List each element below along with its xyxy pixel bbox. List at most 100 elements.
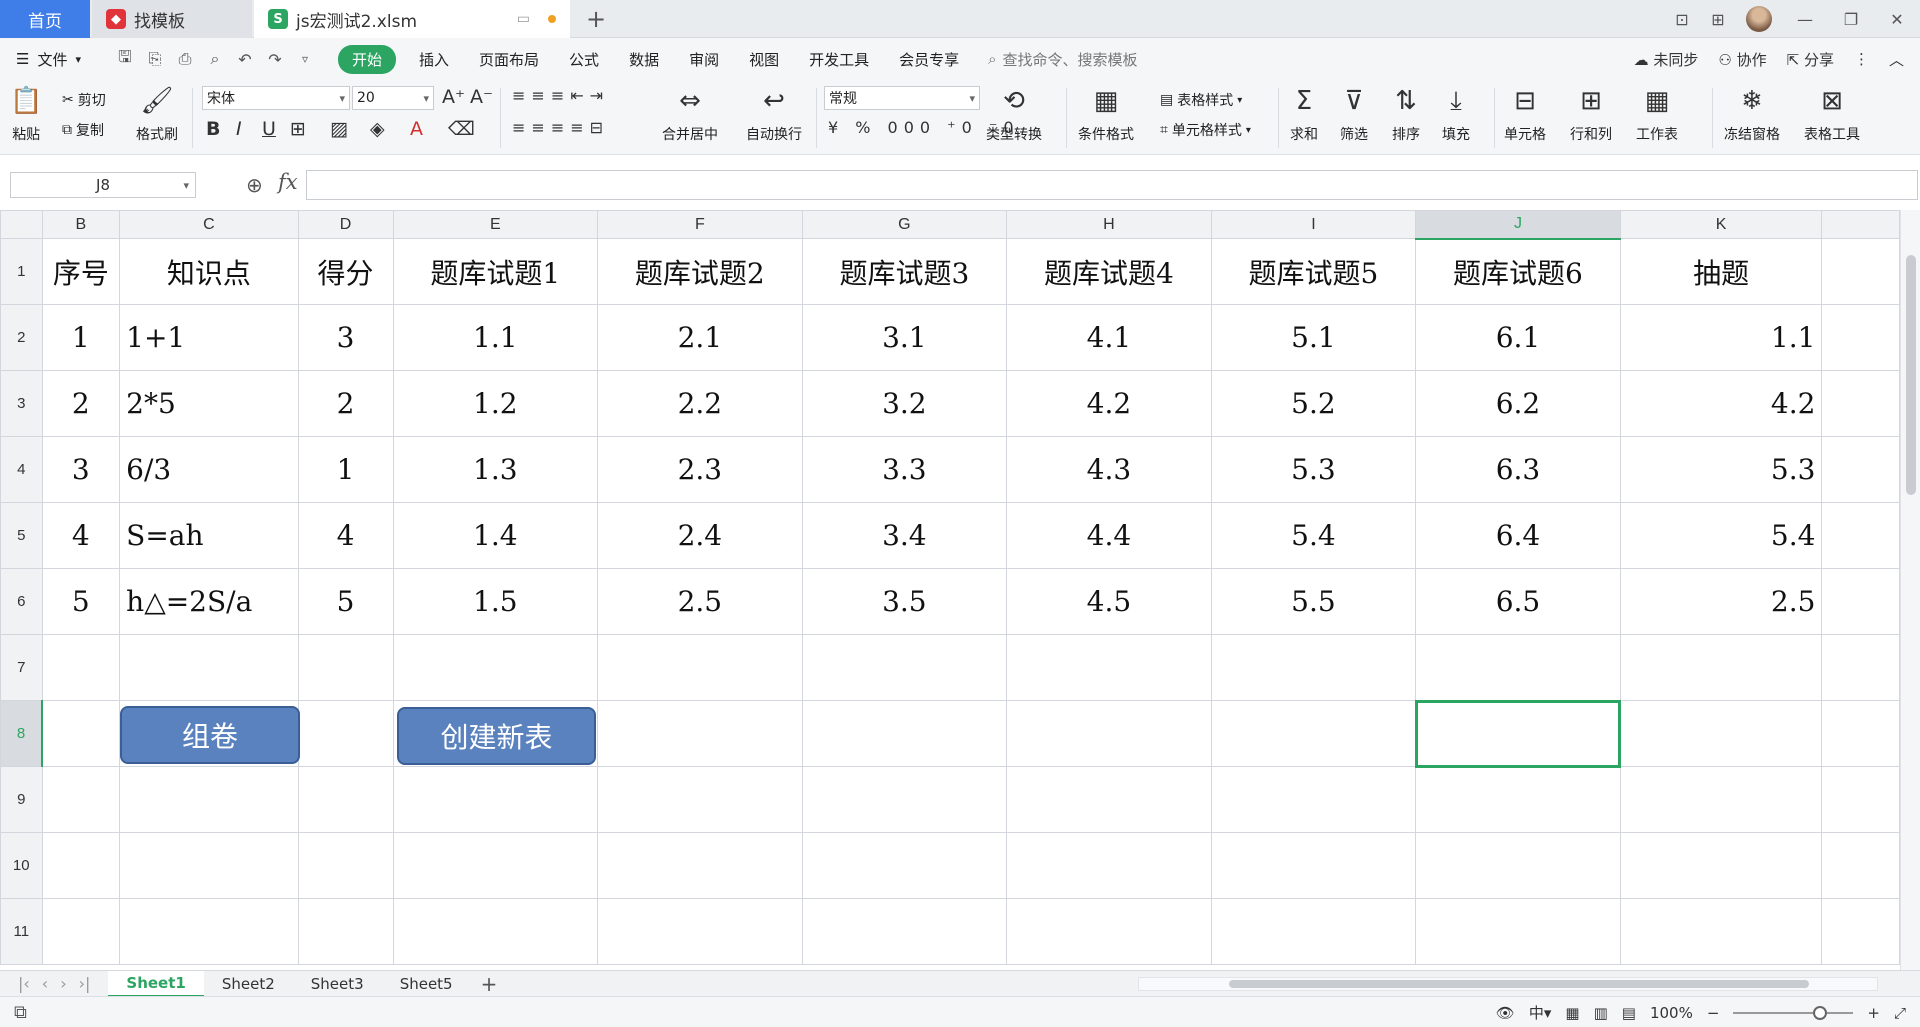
menu-tab-view[interactable]: 视图 <box>734 49 794 70</box>
cell-K3[interactable]: 4.2 <box>1619 370 1823 437</box>
cell-I8[interactable] <box>1210 700 1417 767</box>
cell-C7[interactable] <box>119 634 299 701</box>
cell-C9[interactable] <box>119 766 299 833</box>
menu-tab-data[interactable]: 数据 <box>614 49 674 70</box>
cell-L1[interactable] <box>1821 238 1900 305</box>
eraser-icon[interactable]: ⌫ <box>448 118 475 140</box>
row-header-4[interactable]: 4 <box>0 436 43 503</box>
cell-K7[interactable] <box>1619 634 1823 701</box>
cell-fill-pattern-icon[interactable]: ▨ <box>330 118 348 140</box>
cell-H8[interactable] <box>1006 700 1212 767</box>
cell-D4[interactable]: 1 <box>297 436 394 503</box>
cell-D7[interactable] <box>297 634 394 701</box>
cell-C10[interactable] <box>119 832 299 899</box>
cell-I4[interactable]: 5.3 <box>1210 436 1417 503</box>
menu-tab-review[interactable]: 审阅 <box>674 49 734 70</box>
sync-button[interactable]: ☁ 未同步 <box>1634 49 1699 70</box>
format-painter-button[interactable]: 🖌 格式刷 <box>136 84 178 144</box>
insert-function-icon[interactable]: fx <box>278 170 298 194</box>
horizontal-scrollbar[interactable] <box>1138 977 1878 991</box>
filter-button[interactable]: ⊽ 筛选 <box>1340 84 1368 144</box>
cell-K10[interactable] <box>1619 832 1823 899</box>
cell-H3[interactable]: 4.2 <box>1006 370 1212 437</box>
table-style-button[interactable]: ▤ 表格样式 ▾ <box>1160 90 1242 110</box>
cell-D3[interactable]: 2 <box>297 370 394 437</box>
row-header-3[interactable]: 3 <box>0 370 43 437</box>
cell-I10[interactable] <box>1210 832 1417 899</box>
cell-L8[interactable] <box>1821 700 1900 767</box>
avatar[interactable] <box>1746 6 1772 32</box>
cell-E2[interactable]: 1.1 <box>392 304 599 371</box>
cell-D10[interactable] <box>297 832 394 899</box>
new-tab-button[interactable]: + <box>576 0 616 38</box>
cell-B2[interactable]: 1 <box>41 304 121 371</box>
bold-icon[interactable]: B <box>206 118 220 140</box>
cell-K6[interactable]: 2.5 <box>1619 568 1823 635</box>
cell-I1[interactable]: 题库试题5 <box>1210 238 1417 305</box>
first-sheet-icon[interactable]: |‹ <box>18 974 30 993</box>
zoom-in-icon[interactable]: + <box>1867 1004 1880 1022</box>
cell-K1[interactable]: 抽题 <box>1619 238 1823 305</box>
cell-D8[interactable] <box>297 700 394 767</box>
cell-L7[interactable] <box>1821 634 1900 701</box>
col-header-H[interactable]: H <box>1006 210 1212 239</box>
cell-F3[interactable]: 2.2 <box>597 370 803 437</box>
fill-color-icon[interactable]: ◈ <box>370 118 385 140</box>
cell-E7[interactable] <box>392 634 599 701</box>
cell-L6[interactable] <box>1821 568 1900 635</box>
wrap-text-button[interactable]: ↩ 自动换行 <box>746 84 802 144</box>
redo-icon[interactable]: ↷ <box>262 50 288 69</box>
col-header-F[interactable]: F <box>597 210 803 239</box>
export-pdf-icon[interactable]: ⎘ <box>142 49 168 69</box>
fullscreen-icon[interactable]: ⤢ <box>1894 1004 1906 1022</box>
cell-C5[interactable]: S=ah <box>119 502 299 569</box>
input-method-icon[interactable]: 中▾ <box>1529 1002 1552 1023</box>
cell-D2[interactable]: 3 <box>297 304 394 371</box>
row-header-6[interactable]: 6 <box>0 568 43 635</box>
more-icon[interactable]: ⋮ <box>1854 50 1869 68</box>
col-header-L[interactable] <box>1821 210 1900 239</box>
cell-H6[interactable]: 4.5 <box>1006 568 1212 635</box>
row-header-8[interactable]: 8 <box>0 700 44 767</box>
page-break-view-icon[interactable]: ▤ <box>1622 1004 1636 1022</box>
cell-C2[interactable]: 1+1 <box>119 304 299 371</box>
cell-H10[interactable] <box>1006 832 1212 899</box>
cell-style-button[interactable]: ⌗ 单元格样式 ▾ <box>1160 120 1251 140</box>
monitor-icon[interactable]: ▭ <box>517 11 530 27</box>
row-header-5[interactable]: 5 <box>0 502 43 569</box>
cell-L10[interactable] <box>1821 832 1900 899</box>
normal-view-icon[interactable]: ▦ <box>1565 1004 1579 1022</box>
next-sheet-icon[interactable]: › <box>60 974 66 993</box>
worksheet-button[interactable]: ▦ 工作表 <box>1636 84 1678 144</box>
vertical-scroll-thumb[interactable] <box>1906 255 1916 495</box>
cell-C4[interactable]: 6/3 <box>119 436 299 503</box>
cell-F11[interactable] <box>597 898 803 965</box>
cell-H11[interactable] <box>1006 898 1212 965</box>
cell-J2[interactable]: 6.1 <box>1415 304 1621 371</box>
align-vertical-icons[interactable]: ≡≡≡⇤⇥ <box>512 86 609 105</box>
zoom-slider-knob[interactable] <box>1813 1005 1828 1020</box>
cell-J6[interactable]: 6.5 <box>1415 568 1621 635</box>
italic-icon[interactable]: I <box>236 118 242 140</box>
name-box[interactable]: J8 <box>10 172 196 198</box>
cut-button[interactable]: ✂ 剪切 <box>62 90 106 110</box>
macro-record-icon[interactable]: ⧉ <box>14 1002 27 1023</box>
command-search[interactable]: ⌕ 查找命令、搜索模板 <box>988 49 1137 70</box>
cell-G11[interactable] <box>801 898 1008 965</box>
cell-B1[interactable]: 序号 <box>41 238 121 305</box>
cell-G10[interactable] <box>801 832 1008 899</box>
vertical-scrollbar[interactable] <box>1900 210 1920 970</box>
font-name-select[interactable]: 宋体 <box>202 86 350 110</box>
align-horizontal-icons[interactable]: ≡≡≡≡⊟ <box>512 118 609 137</box>
row-header-10[interactable]: 10 <box>0 832 43 899</box>
cell-D11[interactable] <box>297 898 394 965</box>
row-header-9[interactable]: 9 <box>0 766 43 833</box>
cell-F10[interactable] <box>597 832 803 899</box>
col-header-G[interactable]: G <box>801 210 1008 239</box>
cell-E11[interactable] <box>392 898 599 965</box>
col-header-K[interactable]: K <box>1619 210 1823 239</box>
cell-E9[interactable] <box>392 766 599 833</box>
merge-center-button[interactable]: ⇔ 合并居中 <box>662 84 718 144</box>
col-header-D[interactable]: D <box>297 210 394 239</box>
create-new-sheet-button[interactable]: 创建新表 <box>397 707 596 765</box>
